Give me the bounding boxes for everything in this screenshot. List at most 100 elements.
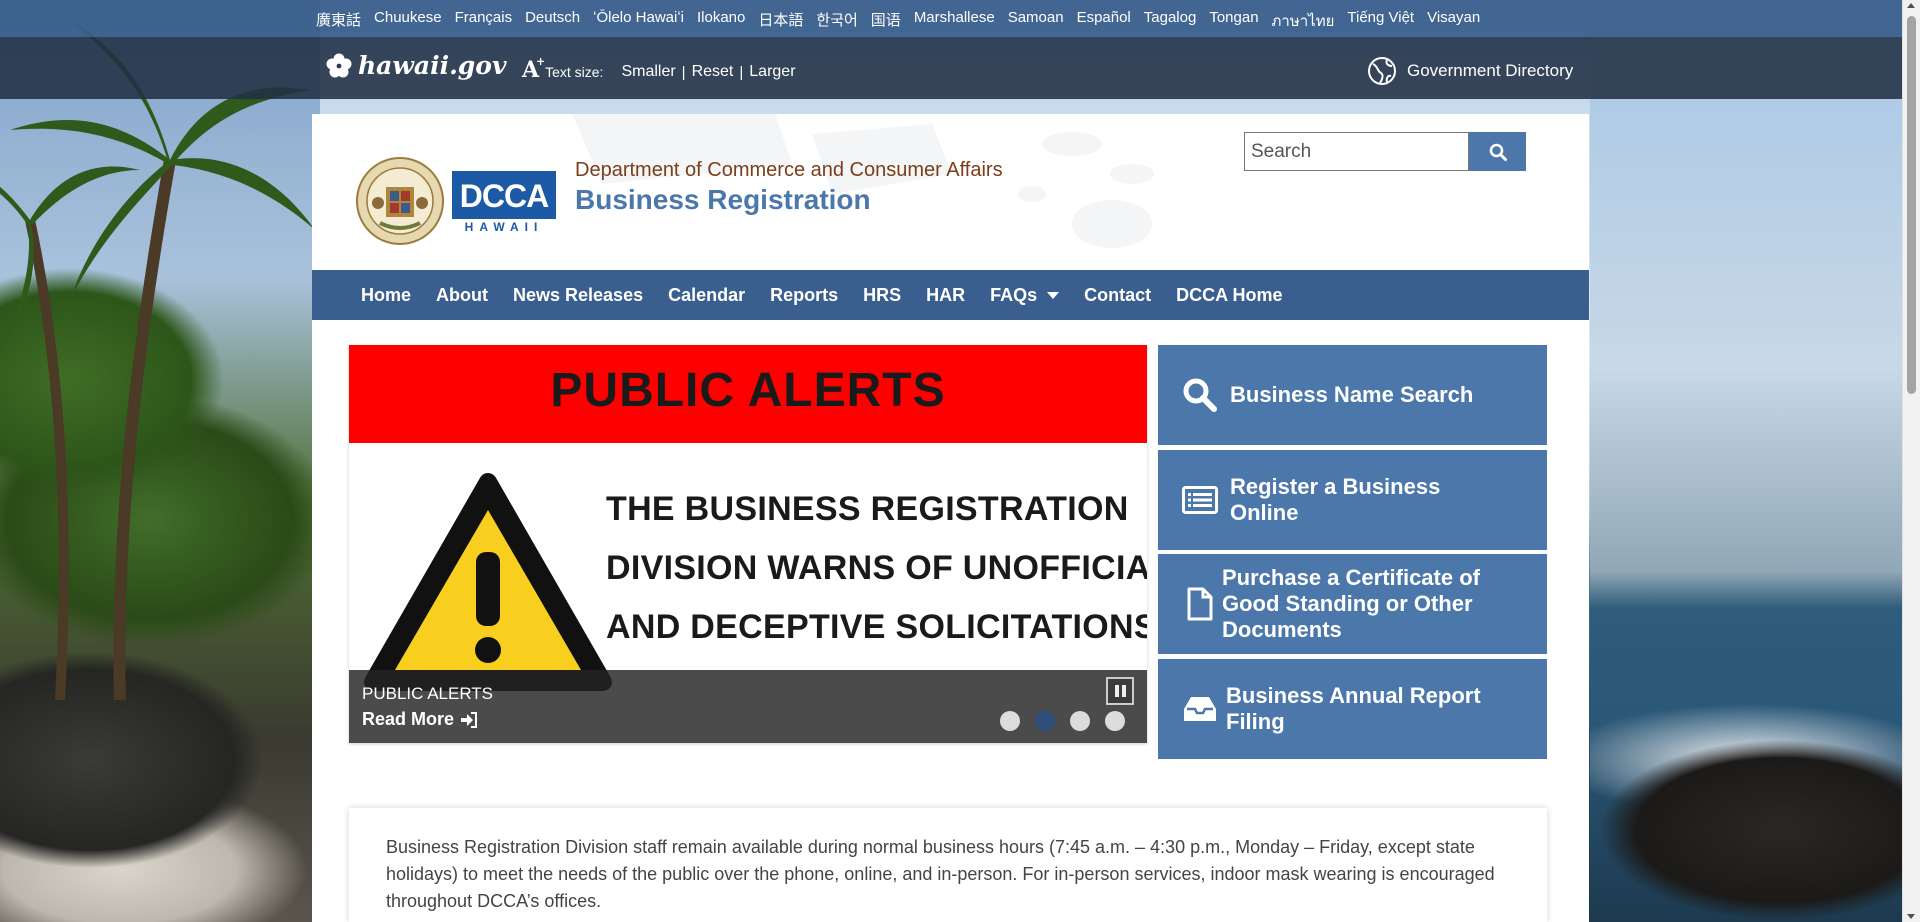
language-link[interactable]: Chuukese: [374, 9, 442, 33]
quick-link-icon-wrap: [1180, 695, 1220, 723]
language-link[interactable]: Tiếng Việt: [1347, 9, 1414, 33]
language-link[interactable]: 廣東話: [316, 9, 361, 33]
hibiscus-icon: [326, 53, 352, 77]
warning-triangle-icon: [364, 473, 612, 691]
document-icon: [1187, 587, 1213, 621]
alert-banner: PUBLIC ALERTS: [349, 345, 1147, 443]
separator: |: [739, 63, 744, 81]
slide-indicators: [1000, 711, 1125, 731]
slide-dot[interactable]: [1000, 711, 1020, 731]
text-reset-link[interactable]: Reset: [692, 63, 734, 81]
department-title[interactable]: Department of Commerce and Consumer Affa…: [575, 159, 1003, 182]
language-link[interactable]: Ilokano: [697, 9, 745, 33]
form-icon: [1182, 486, 1218, 514]
quick-link-label: Business Name Search: [1230, 382, 1474, 407]
pause-icon: [1121, 685, 1126, 697]
slide-caption-title: PUBLIC ALERTS: [362, 684, 494, 703]
quick-link-label: Register a Business Online: [1230, 474, 1441, 525]
alert-message: THE BUSINESS REGISTRATION DIVISION WARNS…: [606, 490, 1147, 667]
text-size-icon: A +: [522, 55, 546, 83]
nav-item-dcca-home[interactable]: DCCA Home: [1176, 285, 1282, 306]
language-link[interactable]: Visayan: [1427, 9, 1480, 33]
alert-banner-text: PUBLIC ALERTS: [550, 364, 946, 417]
globe-icon: [1368, 57, 1396, 85]
search-icon: [1183, 378, 1217, 412]
hawaii-gov-logo-text: hawaii.gov: [358, 51, 507, 80]
language-link[interactable]: Tagalog: [1144, 9, 1197, 33]
alert-line: AND DECEPTIVE SOLICITATIONS: [606, 608, 1147, 646]
language-link[interactable]: Español: [1077, 9, 1131, 33]
government-directory-link[interactable]: Government Directory: [1367, 56, 1573, 86]
nav-item-about[interactable]: About: [436, 285, 488, 306]
inbox-icon: [1184, 697, 1216, 721]
page-scrollbar[interactable]: [1902, 0, 1920, 922]
business-name-search-button[interactable]: Business Name Search: [1158, 345, 1547, 445]
pause-icon: [1114, 685, 1119, 697]
quick-link-label: Business Annual Report Filing: [1226, 683, 1481, 734]
nav-item-news-releases[interactable]: News Releases: [513, 285, 643, 306]
text-smaller-link[interactable]: Smaller: [621, 63, 675, 81]
nav-item-home[interactable]: Home: [361, 285, 411, 306]
language-list: 廣東話 Chuukese Français Deutsch ʻŌlelo Hawaiʻi…: [316, 9, 1480, 33]
background-scenery-left: [0, 0, 320, 922]
government-directory-label: Government Directory: [1407, 61, 1574, 80]
language-link[interactable]: ʻŌlelo Hawaiʻi: [593, 9, 684, 33]
slide-dot[interactable]: [1035, 711, 1055, 731]
read-more-link[interactable]: Read More: [362, 709, 478, 730]
nav-item-hrs[interactable]: HRS: [863, 285, 901, 306]
language-link[interactable]: Deutsch: [525, 9, 580, 33]
quick-link-icon-wrap: [1180, 486, 1220, 514]
alert-slideshow[interactable]: PUBLIC ALERTS THE BUSINESS REGISTRATION …: [349, 345, 1147, 743]
quick-link-label: Purchase a Certificate of Good Standing …: [1222, 565, 1480, 642]
alert-line: THE BUSINESS REGISTRATION: [606, 490, 1129, 528]
notice-text: Business Registration Division staff rem…: [386, 837, 1495, 911]
dcca-logo-text: DCCA: [460, 178, 549, 214]
slide-dot[interactable]: [1070, 711, 1090, 731]
read-more-label: Read More: [362, 709, 455, 729]
language-link[interactable]: Marshallese: [914, 9, 995, 33]
government-bar: hawaii.gov A + Text size: Smaller | Reset…: [0, 37, 1903, 99]
nav-item-har[interactable]: HAR: [926, 285, 965, 306]
text-larger-link[interactable]: Larger: [749, 63, 795, 81]
site-header: DCCA HAWAII Department of Commerce and C…: [312, 114, 1589, 270]
dcca-logo-subtext: HAWAII: [465, 220, 544, 233]
nav-item-calendar[interactable]: Calendar: [668, 285, 745, 306]
language-link[interactable]: ภาษาไทย: [1272, 9, 1335, 33]
scroll-thumb[interactable]: [1907, 16, 1916, 394]
language-link[interactable]: 国语: [871, 9, 901, 33]
main-navigation: Home About News Releases Calendar Report…: [312, 270, 1589, 320]
state-seal-logo[interactable]: [356, 157, 444, 245]
search-button[interactable]: [1469, 132, 1526, 171]
search-form: [1244, 132, 1526, 171]
language-bar: 廣東話 Chuukese Français Deutsch ʻŌlelo Hawaiʻi…: [0, 0, 1903, 37]
division-title[interactable]: Business Registration: [575, 184, 871, 216]
language-link[interactable]: 한국어: [816, 9, 857, 33]
language-link[interactable]: Tongan: [1209, 9, 1258, 33]
language-link[interactable]: Samoan: [1008, 9, 1064, 33]
annual-report-filing-button[interactable]: Business Annual Report Filing: [1158, 659, 1547, 759]
pause-button[interactable]: [1106, 677, 1134, 705]
chevron-down-icon: [1047, 291, 1060, 299]
staff-availability-notice: Business Registration Division staff rem…: [349, 808, 1547, 922]
hawaii-gov-logo[interactable]: hawaii.gov: [326, 51, 506, 80]
language-link[interactable]: 日本語: [758, 9, 803, 33]
nav-item-faqs[interactable]: FAQs: [990, 284, 1060, 306]
scroll-up-arrow-icon[interactable]: [1907, 3, 1915, 8]
dcca-hawaii-logo[interactable]: DCCA HAWAII: [452, 171, 556, 233]
slide-dot[interactable]: [1105, 711, 1125, 731]
nav-item-faqs-label: FAQs: [990, 284, 1038, 305]
quick-link-icon-wrap: [1180, 377, 1220, 413]
purchase-certificate-button[interactable]: Purchase a Certificate of Good Standing …: [1158, 554, 1547, 654]
register-business-online-button[interactable]: Register a Business Online: [1158, 450, 1547, 550]
nav-item-reports[interactable]: Reports: [770, 285, 838, 306]
language-link[interactable]: Français: [455, 9, 513, 33]
search-input[interactable]: [1244, 132, 1469, 171]
text-size-label: Text size:: [545, 64, 604, 80]
nav-item-contact[interactable]: Contact: [1084, 285, 1151, 306]
slide-caption: PUBLIC ALERTS Read More: [349, 670, 1147, 743]
background-scenery-right: [1590, 0, 1920, 922]
separator: |: [681, 63, 686, 81]
scroll-down-arrow-icon[interactable]: [1907, 914, 1915, 919]
palm-trees-image: [0, 20, 315, 700]
text-size-controls: A + Text size: Smaller | Reset | Larger: [522, 55, 796, 85]
